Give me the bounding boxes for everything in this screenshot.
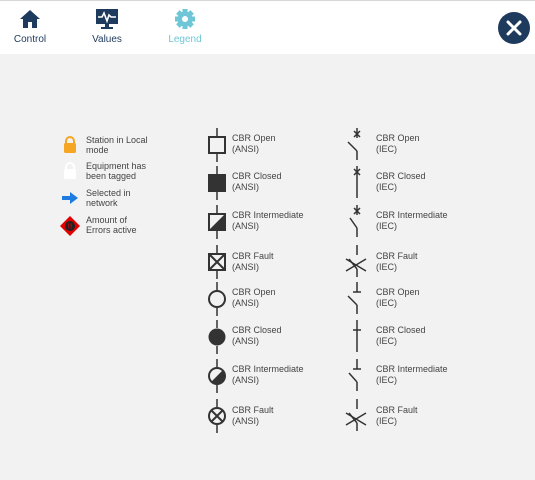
ansi-label-5-name: CBR Open [232, 287, 276, 297]
error-diamond-icon: !! [60, 216, 80, 236]
cbr-intermediate-ansi-round-icon [208, 359, 226, 393]
iec-label-8-std: (IEC) [376, 416, 397, 426]
ansi-label-1: CBR Open (ANSI) [232, 133, 276, 155]
ansi-label-4-name: CBR Fault [232, 251, 274, 261]
cbr-fault-ansi-square-icon [208, 245, 226, 279]
legend-tagged: Equipment has been tagged [86, 161, 146, 181]
legend-selected-line2: network [86, 198, 118, 208]
tab-values[interactable]: Values [77, 8, 137, 45]
legend-local-mode-line1: Station in Local [86, 135, 148, 145]
iec-label-8: CBR Fault (IEC) [376, 405, 418, 427]
ansi-label-6-name: CBR Closed [232, 325, 282, 335]
iec-label-2: CBR Closed (IEC) [376, 171, 426, 193]
iec-label-4-std: (IEC) [376, 262, 397, 272]
monitor-icon [96, 9, 118, 29]
iec-label-7-name: CBR Intermediate [376, 364, 448, 374]
ansi-label-4: CBR Fault (ANSI) [232, 251, 274, 273]
iec-label-8-name: CBR Fault [376, 405, 418, 415]
ansi-label-2: CBR Closed (ANSI) [232, 171, 282, 193]
iec-label-4: CBR Fault (IEC) [376, 251, 418, 273]
iec-label-6-name: CBR Closed [376, 325, 426, 335]
ansi-label-5: CBR Open (ANSI) [232, 287, 276, 309]
iec-label-3-name: CBR Intermediate [376, 210, 448, 220]
cbr-closed-iec-alt-icon [353, 320, 361, 352]
iec-label-5: CBR Open (IEC) [376, 287, 420, 309]
ansi-label-5-std: (ANSI) [232, 298, 259, 308]
ansi-label-1-name: CBR Open [232, 133, 276, 143]
iec-label-7: CBR Intermediate (IEC) [376, 364, 448, 386]
cbr-intermediate-iec-icon [349, 205, 361, 237]
cbr-open-ansi-square-icon [208, 128, 226, 162]
legend-local-mode-line2: mode [86, 145, 109, 155]
tab-control-label: Control [13, 34, 47, 45]
cbr-fault-iec-icon [345, 245, 367, 277]
ansi-label-2-name: CBR Closed [232, 171, 282, 181]
arrow-right-icon [62, 192, 78, 204]
cbr-fault-iec-alt-icon [345, 399, 367, 431]
tab-legend[interactable]: Legend [155, 8, 215, 45]
legend-tagged-line1: Equipment has [86, 161, 147, 171]
legend-selected-line1: Selected in [86, 188, 131, 198]
ansi-label-7: CBR Intermediate (ANSI) [232, 364, 304, 386]
ansi-label-2-std: (ANSI) [232, 182, 259, 192]
tab-values-label: Values [92, 34, 122, 45]
tag-icon [64, 162, 76, 179]
ansi-label-7-std: (ANSI) [232, 375, 259, 385]
cbr-open-iec-icon [347, 128, 361, 160]
iec-label-5-std: (IEC) [376, 298, 397, 308]
ansi-label-6-std: (ANSI) [232, 336, 259, 346]
ansi-label-4-std: (ANSI) [232, 262, 259, 272]
legend-local-mode: Station in Local mode [86, 135, 148, 155]
lock-icon [64, 136, 76, 153]
tab-legend-label: Legend [168, 34, 202, 45]
iec-label-6-std: (IEC) [376, 336, 397, 346]
iec-label-2-std: (IEC) [376, 182, 397, 192]
legend-errors-line1: Amount of [86, 215, 128, 225]
cbr-open-ansi-round-icon [208, 282, 226, 316]
legend-errors-line2: Errors active [86, 225, 137, 235]
cbr-closed-ansi-square-icon [208, 166, 226, 200]
iec-label-1-std: (IEC) [376, 144, 397, 154]
ansi-label-8-std: (ANSI) [232, 416, 259, 426]
home-icon [20, 10, 40, 28]
ansi-label-1-std: (ANSI) [232, 144, 259, 154]
ansi-label-3-std: (ANSI) [232, 221, 259, 231]
iec-label-2-name: CBR Closed [376, 171, 426, 181]
ansi-label-8-name: CBR Fault [232, 405, 274, 415]
ansi-label-3: CBR Intermediate (ANSI) [232, 210, 304, 232]
tab-control[interactable]: Control [0, 8, 60, 45]
iec-label-5-name: CBR Open [376, 287, 420, 297]
legend-selected: Selected in network [86, 188, 131, 208]
iec-label-3: CBR Intermediate (IEC) [376, 210, 448, 232]
cbr-open-iec-alt-icon [347, 282, 361, 314]
iec-label-1-name: CBR Open [376, 133, 420, 143]
cbr-closed-ansi-round-icon [208, 320, 226, 354]
cbr-intermediate-iec-alt-icon [348, 359, 361, 391]
iec-label-1: CBR Open (IEC) [376, 133, 420, 155]
legend-tagged-line2: been tagged [86, 171, 137, 181]
ansi-label-8: CBR Fault (ANSI) [232, 405, 274, 427]
cbr-intermediate-ansi-square-icon [208, 205, 226, 239]
cbr-closed-iec-icon [353, 166, 361, 198]
legend-errors: Amount of Errors active [86, 215, 137, 235]
top-nav-bar: Control Values Legend [0, 0, 535, 54]
iec-label-4-name: CBR Fault [376, 251, 418, 261]
ansi-label-3-name: CBR Intermediate [232, 210, 304, 220]
ansi-label-7-name: CBR Intermediate [232, 364, 304, 374]
iec-label-6: CBR Closed (IEC) [376, 325, 426, 347]
error-badge: !! [68, 224, 73, 231]
close-icon[interactable] [498, 12, 530, 44]
iec-label-7-std: (IEC) [376, 375, 397, 385]
iec-label-3-std: (IEC) [376, 221, 397, 231]
cbr-fault-ansi-round-icon [208, 399, 226, 433]
ansi-label-6: CBR Closed (ANSI) [232, 325, 282, 347]
gear-icon [175, 9, 195, 29]
